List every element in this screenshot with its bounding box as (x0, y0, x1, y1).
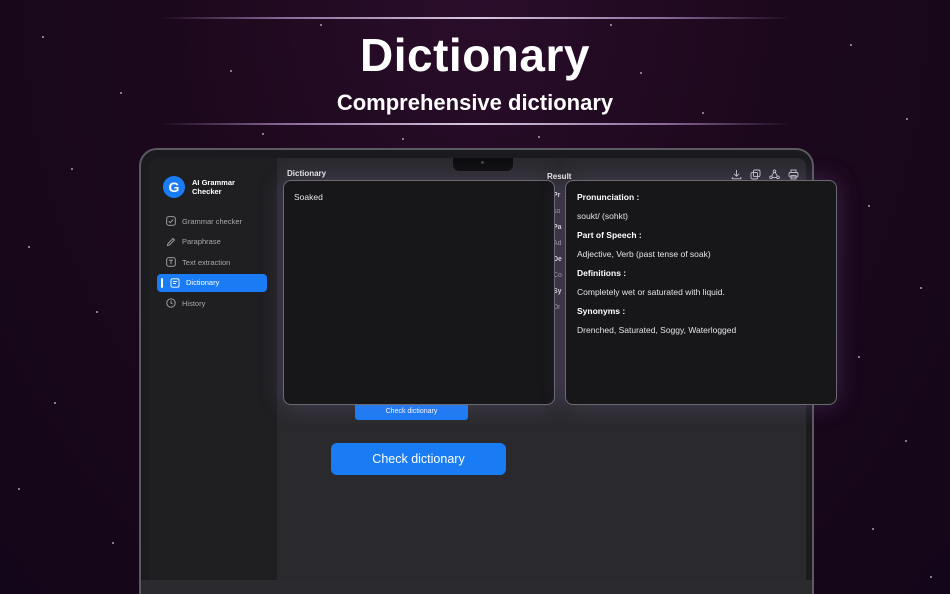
word-input-panel[interactable]: Soaked (283, 180, 555, 405)
sidebar-item-history[interactable]: History (157, 294, 267, 312)
result-panel: Pronunciation : soukt/ (sohkt) Part of S… (565, 180, 837, 405)
part-of-speech-value: Adjective, Verb (past tense of soak) (577, 249, 711, 259)
word-input-value: Soaked (294, 192, 323, 202)
sidebar-item-label: History (182, 298, 206, 308)
sidebar-item-dictionary[interactable]: Dictionary (157, 273, 267, 292)
sidebar-nav: Grammar checker Paraphrase Text extracti… (157, 212, 267, 315)
laptop-base (141, 580, 812, 594)
app-logo: G (163, 176, 185, 198)
sidebar-item-label: Paraphrase (182, 237, 221, 246)
sidebar-item-text-extraction[interactable]: Text extraction (157, 253, 267, 271)
bottom-divider (160, 123, 790, 125)
share-icon[interactable] (769, 169, 780, 180)
definitions-value: Completely wet or saturated with liquid. (577, 287, 725, 297)
result-toolbar (731, 169, 799, 180)
sidebar: G AI Grammar Checker Grammar checker Par… (149, 158, 277, 580)
result-title: Result (547, 172, 572, 181)
clock-icon (166, 298, 176, 308)
sidebar-item-paraphrase[interactable]: Paraphrase (157, 233, 267, 251)
check-square-icon (166, 216, 176, 226)
synonyms-value: Drenched, Saturated, Soggy, Waterlogged (577, 325, 737, 335)
text-box-icon (166, 257, 176, 267)
pronunciation-label: Pronunciation : (577, 192, 640, 202)
brand: G AI Grammar Checker (163, 176, 252, 198)
check-dictionary-cta[interactable]: Check dictionary (331, 443, 506, 475)
download-icon[interactable] (731, 169, 742, 180)
sidebar-item-grammar-checker[interactable]: Grammar checker (157, 212, 267, 230)
copy-icon[interactable] (750, 169, 761, 180)
book-icon (170, 277, 180, 288)
sidebar-item-label: Dictionary (186, 278, 220, 287)
camera-notch (453, 158, 513, 171)
hero-title: Dictionary (360, 29, 590, 81)
sidebar-item-label: Text extraction (182, 257, 231, 267)
synonyms-label: Synonyms : (577, 306, 626, 316)
sidebar-item-label: Grammar checker (182, 216, 243, 226)
page-title: Dictionary (287, 169, 327, 178)
app-name: AI Grammar Checker (192, 178, 235, 196)
hero-subtitle: Comprehensive dictionary (336, 90, 614, 115)
pencil-icon (166, 237, 176, 247)
definitions-label: Definitions : (577, 268, 627, 278)
print-icon[interactable] (788, 169, 799, 180)
part-of-speech-label: Part of Speech : (577, 230, 642, 240)
pronunciation-value: soukt/ (sohkt) (577, 211, 629, 221)
check-dictionary-button[interactable]: Check dictionary (355, 403, 468, 420)
top-divider (160, 17, 790, 19)
